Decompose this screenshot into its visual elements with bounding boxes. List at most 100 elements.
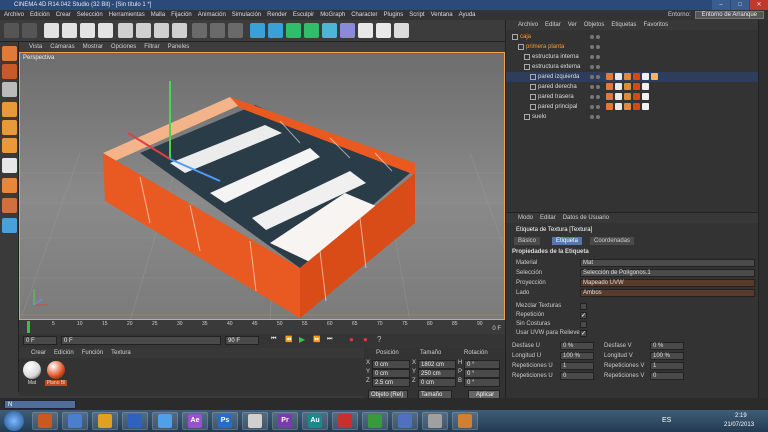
workplane-icon[interactable] <box>2 82 17 97</box>
clock-date[interactable]: 21/07/2013 <box>724 422 754 428</box>
material-menu-item[interactable]: Edición <box>54 348 74 358</box>
menu-item[interactable]: Esculpir <box>293 10 314 20</box>
scale-icon[interactable] <box>80 23 95 38</box>
end-frame-field[interactable]: 90 F <box>225 336 259 345</box>
taskbar-app-button[interactable]: Pr <box>272 412 298 430</box>
material-menu-item[interactable]: Crear <box>31 348 46 358</box>
coord-rotation-field[interactable]: 0 ° <box>464 378 500 387</box>
texture-tag-icon[interactable] <box>606 73 613 80</box>
minimize-button[interactable]: – <box>712 0 730 10</box>
render-dot-icon[interactable] <box>596 85 600 89</box>
coord-position-field[interactable]: 2.5 cm <box>372 378 410 387</box>
visibility-dot-icon[interactable] <box>590 75 594 79</box>
attribute-numeric-field[interactable]: 1 <box>650 362 684 370</box>
attribute-menu-item[interactable]: Datos de Usuario <box>563 213 609 223</box>
object-manager-menu-item[interactable]: Etiquetas <box>611 20 636 30</box>
coord-rotation-field[interactable]: 0 ° <box>464 369 500 378</box>
attribute-menu-item[interactable]: Editar <box>540 213 556 223</box>
attribute-field-value[interactable]: Selección de Polígonos.1 <box>580 269 755 277</box>
attribute-numeric-field[interactable]: 100 % <box>650 352 684 360</box>
visibility-dot-icon[interactable] <box>590 45 594 49</box>
rotate-icon[interactable] <box>98 23 113 38</box>
viewport-perspective[interactable]: Perspectiva <box>19 52 505 320</box>
attribute-checkbox[interactable] <box>580 321 587 328</box>
attribute-checkbox[interactable]: ✓ <box>580 330 587 337</box>
redo-icon[interactable] <box>22 23 37 38</box>
render-dot-icon[interactable] <box>596 105 600 109</box>
menu-item[interactable]: Ayuda <box>459 10 476 20</box>
go-end-icon[interactable]: ⏭ <box>327 336 332 343</box>
attribute-field-value[interactable]: Ambos <box>580 289 755 297</box>
axis-y-icon[interactable] <box>136 23 151 38</box>
viewport-menu-item[interactable]: Cámaras <box>50 42 74 52</box>
object-row[interactable]: pared principal <box>506 102 759 112</box>
object-row[interactable]: primera planta <box>506 42 759 52</box>
texture-tag-icon[interactable] <box>642 93 649 100</box>
spline-icon[interactable] <box>268 23 283 38</box>
attribute-numeric-field[interactable]: 0 % <box>560 342 594 350</box>
object-manager-menu-item[interactable]: Archivo <box>518 20 538 30</box>
render-dot-icon[interactable] <box>596 35 600 39</box>
tweak-icon[interactable] <box>2 178 17 193</box>
taskbar-app-button[interactable] <box>242 412 268 430</box>
attribute-field-value[interactable]: Mapeado UVW <box>580 279 755 287</box>
menu-item[interactable]: Herramientas <box>109 10 145 20</box>
record-icon[interactable]: ● <box>349 335 354 344</box>
viewport-menu-item[interactable]: Filtrar <box>144 42 159 52</box>
coord-size-field[interactable]: 1802 cm <box>418 360 456 369</box>
taskbar-app-button[interactable] <box>62 412 88 430</box>
nurbs-icon[interactable] <box>286 23 301 38</box>
deformer-icon[interactable] <box>322 23 337 38</box>
attribute-numeric-field[interactable]: 0 <box>560 372 594 380</box>
array-icon[interactable] <box>304 23 319 38</box>
visibility-dot-icon[interactable] <box>590 95 594 99</box>
maximize-button[interactable]: □ <box>731 0 749 10</box>
coord-rotation-field[interactable]: 0 ° <box>464 360 500 369</box>
material-menu-item[interactable]: Textura <box>111 348 131 358</box>
undo-icon[interactable] <box>4 23 19 38</box>
move-icon[interactable] <box>62 23 77 38</box>
autokey-icon[interactable]: ● <box>363 335 368 344</box>
texture-tag-icon[interactable] <box>606 93 613 100</box>
lock-workplane-icon[interactable] <box>2 218 17 233</box>
taskbar-app-button[interactable] <box>122 412 148 430</box>
render-settings-icon[interactable] <box>228 23 243 38</box>
taskbar-app-button[interactable]: Au <box>302 412 328 430</box>
layout-dropdown[interactable]: Entorno de Arranque <box>694 11 764 19</box>
next-key-icon[interactable]: ⏩ <box>313 336 320 343</box>
texture-tag-icon[interactable] <box>633 93 640 100</box>
texture-mode-icon[interactable] <box>2 64 17 79</box>
texture-tag-icon[interactable] <box>633 73 640 80</box>
taskbar-app-button[interactable] <box>452 412 478 430</box>
visibility-dot-icon[interactable] <box>590 105 594 109</box>
attribute-menu-item[interactable]: Modo <box>518 213 533 223</box>
render-dot-icon[interactable] <box>596 65 600 69</box>
object-row[interactable]: suelo <box>506 112 759 122</box>
attribute-checkbox[interactable] <box>580 303 587 310</box>
texture-tag-icon[interactable] <box>615 93 622 100</box>
menu-item[interactable]: Malla <box>151 10 165 20</box>
texture-tag-icon[interactable] <box>642 73 649 80</box>
start-button[interactable] <box>4 411 24 431</box>
taskbar-app-button[interactable] <box>32 412 58 430</box>
menu-item[interactable]: Render <box>267 10 287 20</box>
select-icon[interactable] <box>44 23 59 38</box>
material-swatch[interactable]: Mat <box>21 360 43 388</box>
minimized-window[interactable]: N <box>4 400 76 409</box>
menu-item[interactable]: Fijación <box>171 10 192 20</box>
texture-tag-icon[interactable] <box>615 73 622 80</box>
visibility-dot-icon[interactable] <box>590 65 594 69</box>
timeline[interactable]: 051015202530354045505560657075808590 0 F <box>19 320 505 334</box>
menu-item[interactable]: Crear <box>56 10 71 20</box>
taskbar-app-button[interactable] <box>92 412 118 430</box>
texture-tag-icon[interactable] <box>633 103 640 110</box>
viewport-menu-item[interactable]: Opciones <box>111 42 136 52</box>
menu-item[interactable]: Script <box>409 10 424 20</box>
snap-icon[interactable] <box>2 198 17 213</box>
material-menu-item[interactable]: Función <box>82 348 103 358</box>
taskbar-app-button[interactable] <box>332 412 358 430</box>
cube-icon[interactable] <box>250 23 265 38</box>
coord-size-field[interactable]: 250 cm <box>418 369 456 378</box>
axis-z-icon[interactable] <box>154 23 169 38</box>
object-manager-menu-item[interactable]: Ver <box>568 20 577 30</box>
